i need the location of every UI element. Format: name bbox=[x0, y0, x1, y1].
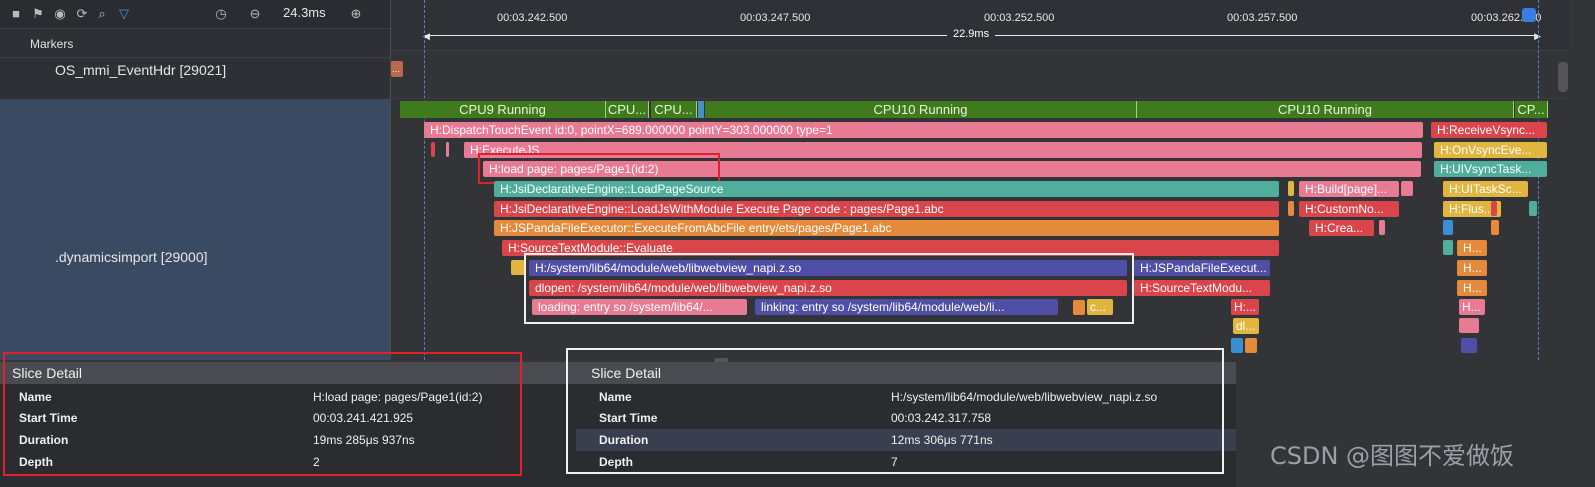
highlight-detail-left bbox=[3, 352, 522, 476]
zoom-in-icon[interactable]: ⊕ bbox=[348, 6, 364, 22]
cpu-state[interactable]: CPU... bbox=[651, 101, 697, 118]
slice-panda-execut[interactable]: H:JSPandaFileExecut... bbox=[1134, 260, 1270, 276]
cpu-state-small[interactable] bbox=[698, 101, 704, 118]
slice-dl[interactable]: dl... bbox=[1233, 318, 1259, 334]
timer-icon[interactable]: ◷ bbox=[213, 6, 229, 22]
highlight-load-page bbox=[478, 153, 720, 184]
cpu-state[interactable]: CP... bbox=[1515, 101, 1548, 118]
ruler-tick: 00:03.247.500 bbox=[740, 12, 811, 24]
range-handle-icon[interactable] bbox=[1522, 8, 1536, 22]
os-thread-row[interactable]: OS_mmi_EventHdr [29021] bbox=[0, 58, 390, 98]
slice-mini[interactable] bbox=[1245, 338, 1257, 353]
slice-mini[interactable] bbox=[1491, 220, 1499, 235]
slice-load-page-source[interactable]: H:JsiDeclarativeEngine::LoadPageSource bbox=[494, 181, 1279, 197]
slice-execute-from-abc[interactable]: H:JSPandaFileExecutor::ExecuteFromAbcFil… bbox=[494, 220, 1279, 236]
slice-on-vsync[interactable]: H:OnVsyncEve... bbox=[1434, 142, 1547, 158]
ruler-tick: 00:03.257.500 bbox=[1227, 12, 1298, 24]
slice-build-page[interactable]: H:Build[page]... bbox=[1299, 181, 1399, 197]
slice-ui-task-sc[interactable]: H:UITaskSc... bbox=[1443, 181, 1528, 197]
slice-mini[interactable] bbox=[446, 142, 449, 157]
slice-mini[interactable] bbox=[511, 260, 525, 275]
slice-small[interactable]: H... bbox=[1457, 280, 1487, 296]
slice-small[interactable]: H... bbox=[1457, 260, 1487, 276]
range-end-line bbox=[1538, 0, 1539, 360]
slice-mini[interactable] bbox=[1231, 338, 1243, 353]
square-icon[interactable]: ■ bbox=[8, 6, 24, 22]
flag-icon[interactable]: ⚑ bbox=[30, 6, 46, 22]
slice-mini[interactable] bbox=[1461, 338, 1477, 353]
slice-load-js-with-module[interactable]: H:JsiDeclarativeEngine::LoadJsWithModule… bbox=[494, 201, 1279, 217]
track-scrollbar[interactable] bbox=[1558, 62, 1568, 92]
os-thread-track: ... bbox=[391, 58, 1569, 99]
slice-crea[interactable]: H:Crea... bbox=[1309, 220, 1374, 236]
cpu-state[interactable]: CPU... bbox=[606, 101, 649, 118]
slice-mini[interactable] bbox=[1401, 181, 1413, 196]
compass-icon[interactable]: ◉ bbox=[52, 6, 68, 22]
highlight-webview-so bbox=[524, 253, 1134, 324]
watermark: CSDN @图图不爱做饭 bbox=[1270, 442, 1515, 470]
range-start-line bbox=[424, 0, 425, 360]
ruler-tick: 00:03.242.500 bbox=[497, 12, 568, 24]
slice-mini[interactable] bbox=[1443, 240, 1453, 255]
refresh-icon[interactable]: ⟳ bbox=[74, 6, 90, 22]
os-thread-label: OS_mmi_EventHdr [29021] bbox=[55, 62, 227, 78]
os-slice[interactable]: ... bbox=[391, 61, 403, 77]
slice-ui-vsync-task[interactable]: H:UIVsyncTask... bbox=[1434, 161, 1547, 177]
slice-small[interactable]: H... bbox=[1457, 240, 1487, 256]
markers-row: Markers bbox=[0, 29, 390, 58]
cpu-state[interactable]: CPU10 Running bbox=[1137, 101, 1514, 118]
slice-small[interactable]: H:... bbox=[1231, 299, 1259, 315]
filter-icon[interactable]: ▽ bbox=[116, 6, 132, 22]
slice-mini[interactable] bbox=[1443, 220, 1453, 235]
slice-mini[interactable] bbox=[1491, 201, 1497, 216]
ruler-tick: 00:03.252.500 bbox=[984, 12, 1055, 24]
zoom-out-icon[interactable]: ⊖ bbox=[247, 6, 263, 22]
slice-dispatch-touch[interactable]: H:DispatchTouchEvent id:0, pointX=689.00… bbox=[424, 122, 1423, 138]
selection-range: ◀ ▶ 22.9ms bbox=[423, 28, 1541, 42]
timeline-panel[interactable]: 00:03.242.500 00:03.247.500 00:03.252.50… bbox=[390, 0, 1569, 360]
slice-small[interactable]: H... bbox=[1459, 299, 1485, 315]
slice-mini[interactable] bbox=[1459, 318, 1479, 333]
detail-area: Slice Detail Name H:load page: pages/Pag… bbox=[0, 348, 1236, 487]
slice-mini[interactable] bbox=[1288, 181, 1294, 196]
markers-label: Markers bbox=[30, 37, 74, 51]
main-thread-row[interactable]: .dynamicsimport [29000] bbox=[0, 99, 390, 360]
zoom-value: 24.3ms bbox=[283, 5, 326, 20]
highlight-detail-right bbox=[566, 348, 1224, 474]
slice-custom-no[interactable]: H:CustomNo... bbox=[1299, 201, 1399, 217]
trace-toolbar: ■ ⚑ ◉ ⟳ ⌕ ▽ ◷ ⊖ 24.3ms ⊕ bbox=[0, 0, 390, 29]
time-ruler[interactable]: 00:03.242.500 00:03.247.500 00:03.252.50… bbox=[391, 0, 1569, 51]
slice-mini[interactable] bbox=[1288, 201, 1294, 216]
slice-source-text-modu[interactable]: H:SourceTextModu... bbox=[1134, 280, 1270, 296]
slice-mini[interactable] bbox=[1529, 201, 1537, 216]
main-thread-label: .dynamicsimport [29000] bbox=[55, 249, 208, 265]
slice-mini[interactable] bbox=[431, 142, 435, 157]
slice-receive-vsync[interactable]: H:ReceiveVsync... bbox=[1431, 122, 1547, 138]
cpu-state[interactable]: CPU9 Running bbox=[400, 101, 606, 118]
cpu-state[interactable]: CPU10 Running bbox=[705, 101, 1137, 118]
search-icon[interactable]: ⌕ bbox=[94, 6, 110, 22]
slice-mini[interactable] bbox=[1379, 220, 1385, 235]
range-duration: 22.9ms bbox=[947, 28, 996, 40]
